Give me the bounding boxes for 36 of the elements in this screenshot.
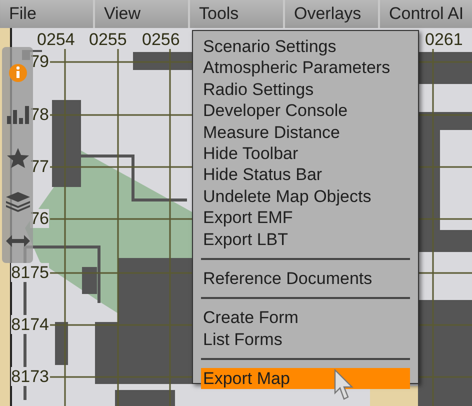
building [55, 322, 68, 365]
grid-column-label: 0255 [89, 30, 127, 49]
menu-bar-item[interactable]: Control AI [380, 0, 472, 28]
menu-item[interactable]: Hide Status Bar [201, 164, 410, 186]
menu-item[interactable]: Reference Documents [201, 268, 410, 290]
menu-item[interactable]: Developer Console [201, 100, 410, 122]
menu-item[interactable]: List Forms [201, 328, 410, 350]
info-icon[interactable] [8, 62, 28, 83]
grid-row-label: 8173 [11, 367, 49, 386]
menu-item[interactable]: Create Form [201, 307, 410, 329]
menu-item[interactable]: Export EMF [201, 207, 410, 229]
building [115, 390, 175, 406]
menu-item[interactable]: Undelete Map Objects [201, 186, 410, 208]
menu-bar-item[interactable]: Tools [190, 0, 285, 28]
building [418, 52, 472, 84]
menu-item[interactable]: Hide Toolbar [201, 142, 410, 164]
grid-column-label: 0261 [425, 30, 463, 49]
menu-bar-item[interactable]: Overlays [285, 0, 380, 28]
mouse-pointer-icon [334, 369, 354, 401]
menu-item[interactable]: Scenario Settings [201, 36, 410, 58]
grid-column-label: 0256 [142, 30, 180, 49]
bar-chart-icon[interactable] [6, 106, 28, 124]
building [133, 52, 193, 70]
grid-row-label: 8174 [11, 315, 49, 334]
star-icon[interactable] [6, 148, 28, 168]
menu-item[interactable]: Atmospheric Parameters [201, 57, 410, 79]
menu-item[interactable]: Export LBT [201, 228, 410, 250]
menu-item[interactable]: Radio Settings [201, 78, 410, 100]
double-arrow-icon[interactable] [6, 235, 30, 248]
menu-bar-item[interactable]: View [95, 0, 190, 28]
menu-item[interactable]: Measure Distance [201, 122, 410, 143]
menu-item[interactable]: Export Map [201, 368, 410, 390]
grid-row-label: 8175 [11, 263, 49, 282]
grid-column-label: 0254 [37, 30, 75, 49]
menu-bar-item[interactable]: File [0, 0, 95, 28]
layers-icon[interactable] [6, 192, 30, 212]
